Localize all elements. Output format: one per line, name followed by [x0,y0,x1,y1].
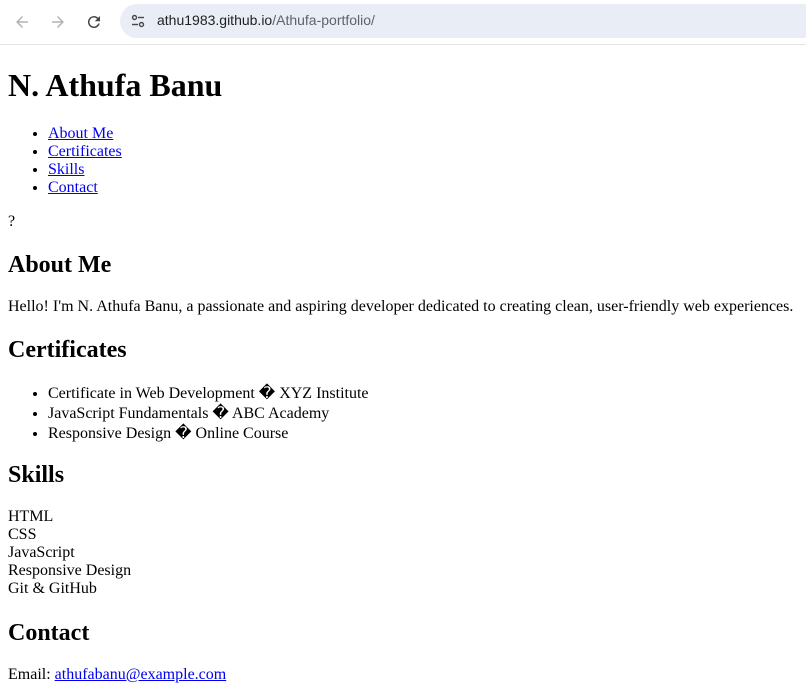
nav-link-certificates[interactable]: Certificates [48,143,122,160]
certificate-item: JavaScript Fundamentals � ABC Academy [48,404,369,424]
about-heading: About Me [8,252,112,278]
skill-item: Git & GitHub [8,580,97,597]
nav-link-contact[interactable]: Contact [48,179,98,196]
certificates-heading: Certificates [8,337,127,363]
contact-heading: Contact [8,620,90,646]
nav-link-about[interactable]: About Me [48,125,113,142]
skill-item: CSS [8,526,37,543]
url-host: athu1983.github.io [157,12,273,28]
reload-icon [87,16,100,29]
nav-item: Contact [48,179,122,197]
skill-item: JavaScript [8,544,75,561]
back-button[interactable] [8,8,36,36]
skills-list: HTML CSS JavaScript Responsive Design Gi… [8,508,131,598]
contact-line: Email: athufabanu@example.com [8,666,226,684]
email-label: Email: [8,666,55,683]
nav-item: About Me [48,125,122,143]
url-text[interactable]: athu1983.github.io/Athufa-portfolio/ [157,12,375,28]
about-text: Hello! I'm N. Athufa Banu, a passionate … [8,298,794,315]
url-path: /Athufa-portfolio/ [272,12,375,28]
skills-heading: Skills [8,462,65,488]
nav-link-skills[interactable]: Skills [48,161,84,178]
skill-item: HTML [8,508,54,525]
forward-button[interactable] [44,8,72,36]
page-title: N. Athufa Banu [8,67,223,103]
email-link[interactable]: athufabanu@example.com [55,666,227,683]
nav-item: Skills [48,161,122,179]
stray-character: ? [8,213,16,230]
nav-list: About Me Certificates Skills Contact [8,125,122,197]
browser-toolbar: athu1983.github.io/Athufa-portfolio/ [0,0,806,45]
certificate-item: Certificate in Web Development � XYZ Ins… [48,384,369,404]
reload-button[interactable] [80,8,108,36]
arrow-left-icon [16,16,28,28]
tune-icon [131,14,145,28]
nav-item: Certificates [48,143,122,161]
address-bar[interactable]: athu1983.github.io/Athufa-portfolio/ [120,4,806,38]
certificates-list: Certificate in Web Development � XYZ Ins… [8,384,369,444]
certificate-item: Responsive Design � Online Course [48,424,369,444]
skill-item: Responsive Design [8,562,132,579]
site-info-button[interactable] [125,8,151,34]
arrow-right-icon [52,16,64,28]
